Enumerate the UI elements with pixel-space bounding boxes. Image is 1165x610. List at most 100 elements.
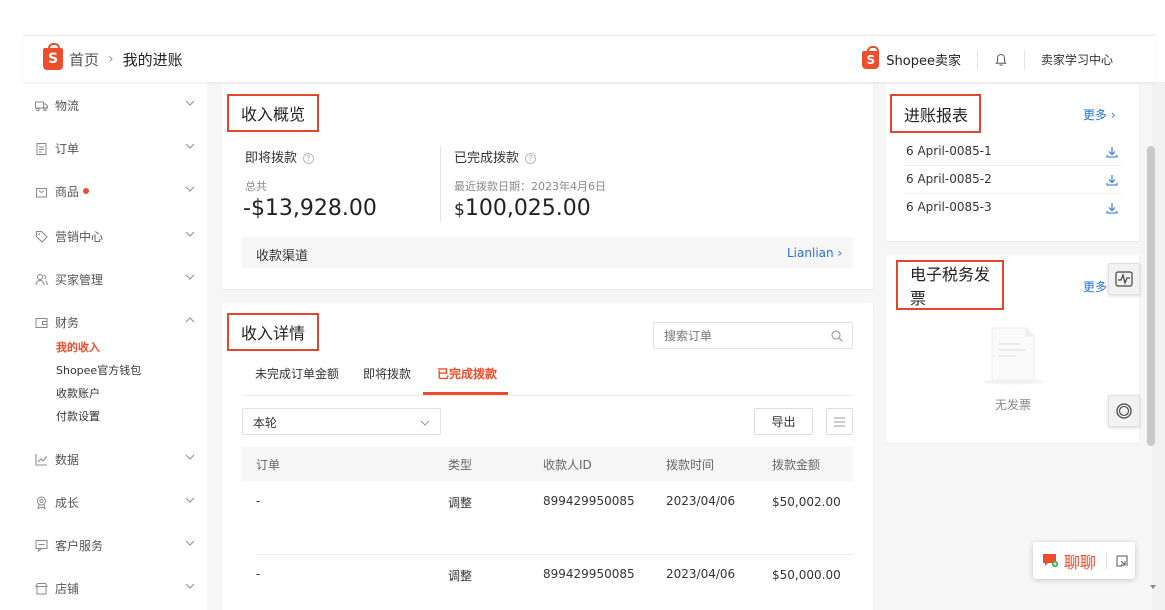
last-payout-date: 最近拨款日期：2023年4月6日 [454, 180, 606, 193]
e-invoice-title: 电子税务发票 [896, 260, 1004, 310]
breadcrumb-current: 我的进账 [122, 50, 183, 69]
sidebar-sub-payment-settings[interactable]: 付款设置 [56, 408, 100, 424]
sidebar-item-customer-service[interactable]: 客户服务 [35, 535, 195, 555]
report-divider [904, 165, 1121, 166]
total-label: 总共 [245, 180, 267, 193]
payout-channel-link[interactable]: Lianlian › [787, 246, 842, 260]
tab-upcoming-payout[interactable]: 即将拨款 [363, 365, 411, 382]
row-divider [256, 554, 853, 555]
order-search-input[interactable] [664, 323, 824, 348]
chevron-up-icon [185, 317, 195, 323]
sidebar-item-orders[interactable]: 订单 [35, 138, 195, 158]
payout-channel-row[interactable] [242, 237, 853, 268]
customer-support-button[interactable] [1108, 395, 1140, 427]
minimize-window-icon[interactable] [1116, 555, 1128, 567]
chevron-down-icon [185, 186, 195, 192]
sidebar-item-label: 物流 [55, 98, 80, 113]
sidebar-sub-payout-account[interactable]: 收款账户 [56, 385, 100, 401]
chevron-down-icon [185, 274, 195, 280]
chat-bubble-icon [35, 539, 48, 552]
sidebar-item-finance[interactable]: 财务 [35, 312, 195, 332]
chat-widget[interactable]: 聊聊 [1033, 542, 1135, 579]
period-select-value: 本轮 [253, 416, 278, 430]
help-icon[interactable]: ? [525, 153, 537, 164]
chevron-down-icon [185, 583, 195, 589]
completed-payout-text: 已完成拨款 [454, 151, 520, 166]
payout-channel-label: 收款渠道 [256, 249, 309, 264]
upcoming-amount: -$13,928.00 [243, 196, 377, 221]
chat-label: 聊聊 [1064, 552, 1097, 572]
header-divider [976, 49, 978, 70]
period-select[interactable]: 本轮 [242, 408, 441, 435]
cell-payee-id: 899429950085 [543, 494, 635, 508]
help-icon[interactable]: ? [303, 153, 315, 164]
seller-brand[interactable]: S Shopee卖家 [862, 45, 961, 69]
sidebar-item-growth[interactable]: 成长 [35, 492, 195, 512]
cell-order: - [256, 494, 261, 508]
sidebar-item-label: 财务 [55, 315, 80, 330]
chat-icon [1043, 554, 1059, 568]
cell-order: - [256, 567, 261, 581]
search-icon[interactable] [831, 330, 843, 342]
bell-icon[interactable] [994, 53, 1008, 67]
sidebar-item-store[interactable]: 店铺 [35, 578, 195, 598]
sidebar [23, 82, 207, 610]
breadcrumb-home[interactable]: 首页 [69, 49, 99, 70]
download-icon[interactable] [1106, 202, 1118, 214]
report-item[interactable]: 6 April-0085-3 [906, 200, 1121, 214]
tab-completed-payout[interactable]: 已完成拨款 [437, 365, 497, 382]
order-search-box[interactable] [653, 322, 853, 349]
sidebar-item-label: 营销中心 [55, 229, 104, 244]
chevron-down-icon [420, 420, 430, 426]
report-item[interactable]: 6 April-0085-2 [906, 172, 1121, 186]
column-payout-time: 拨款时间 [666, 458, 715, 472]
seller-brand-label: Shopee卖家 [886, 54, 961, 69]
column-type: 类型 [448, 458, 473, 472]
sidebar-item-logistics[interactable]: 物流 [35, 95, 195, 115]
shopee-logo-icon[interactable]: S [43, 43, 63, 70]
learning-center-link[interactable]: 卖家学习中心 [1041, 51, 1113, 68]
sidebar-sub-wallet[interactable]: Shopee官方钱包 [56, 362, 141, 378]
column-settings-button[interactable] [826, 408, 853, 435]
invoice-more-link[interactable]: 更多 [1083, 278, 1107, 295]
truck-icon [35, 101, 48, 111]
empty-document-icon [983, 327, 1043, 385]
notification-dot [83, 188, 90, 194]
report-item[interactable]: 6 April-0085-1 [906, 144, 1121, 158]
cell-payout-amount: $50,002.00 [772, 495, 841, 509]
shopee-bag-icon: S [862, 45, 880, 69]
sidebar-item-products[interactable]: 商品 [35, 181, 195, 201]
column-payee-id: 收款人ID [543, 458, 592, 472]
pulse-monitor-button[interactable] [1108, 263, 1140, 295]
report-divider [904, 193, 1121, 194]
cell-type: 调整 [448, 496, 473, 510]
tag-icon [36, 230, 48, 243]
upcoming-payout-label: 即将拨款? [245, 147, 315, 166]
scrollbar-thumb[interactable] [1147, 146, 1155, 446]
sidebar-item-buyers[interactable]: 买家管理 [35, 269, 195, 289]
reports-more-link[interactable]: 更多 › [1083, 106, 1116, 123]
upcoming-payout-text: 即将拨款 [245, 151, 298, 166]
clipboard-icon [36, 142, 47, 155]
income-overview-title: 收入概览 [227, 94, 319, 132]
sidebar-item-data[interactable]: 数据 [35, 449, 195, 469]
chevron-down-icon [185, 454, 195, 460]
top-header: S 首页 › 我的进账 S Shopee卖家 卖家学习中心 [23, 35, 1155, 82]
export-button[interactable]: 导出 [754, 408, 813, 435]
download-icon[interactable] [1106, 174, 1118, 186]
tab-unfinished-orders[interactable]: 未完成订单金额 [255, 365, 339, 382]
completed-currency: $ [454, 200, 465, 220]
tabs-divider [242, 395, 853, 396]
download-icon[interactable] [1106, 146, 1118, 158]
sidebar-item-label: 客户服务 [55, 538, 104, 553]
scroll-down-arrow-icon[interactable] [1149, 583, 1157, 591]
income-details-title: 收入详情 [227, 313, 319, 351]
sidebar-item-label: 数据 [55, 452, 80, 467]
activity-icon [1115, 271, 1133, 287]
sidebar-item-marketing[interactable]: 营销中心 [35, 226, 195, 246]
sidebar-sub-my-income[interactable]: 我的收入 [56, 339, 100, 355]
users-icon [35, 273, 48, 285]
chart-icon [35, 453, 48, 465]
chevron-down-icon [185, 540, 195, 546]
browser-top-band [0, 0, 1165, 35]
